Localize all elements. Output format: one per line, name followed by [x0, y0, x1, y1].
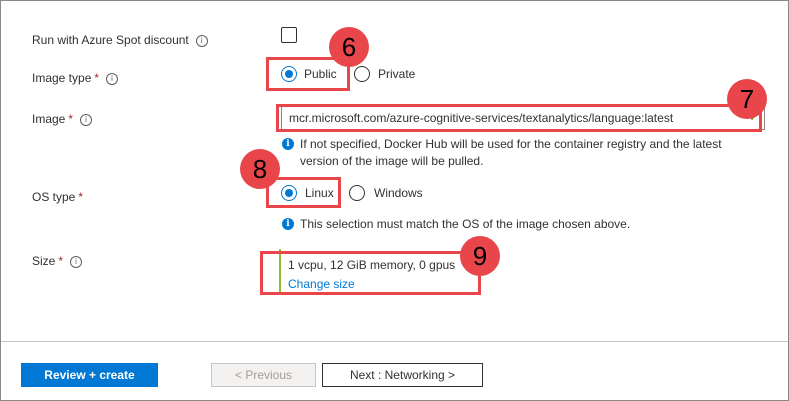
info-icon[interactable]: i: [70, 256, 83, 268]
required-asterisk: *: [94, 71, 100, 85]
os-type-text: OS type: [32, 190, 76, 204]
next-networking-button[interactable]: Next : Networking >: [322, 363, 483, 387]
callout-badge-6: 6: [329, 27, 369, 67]
required-asterisk: *: [78, 190, 84, 204]
spot-discount-text: Run with Azure Spot discount: [32, 33, 189, 47]
callout-box-size: [260, 251, 481, 295]
os-type-help: This selection must match the OS of the …: [300, 217, 631, 231]
image-type-label: Image type * i: [32, 71, 119, 85]
previous-button[interactable]: < Previous: [211, 363, 316, 387]
spot-discount-checkbox[interactable]: [281, 27, 297, 43]
image-label: Image * i: [32, 112, 93, 126]
info-icon[interactable]: i: [80, 114, 93, 126]
footer-divider: [1, 341, 788, 342]
image-type-text: Image type: [32, 71, 92, 85]
callout-box-image: [276, 104, 762, 132]
callout-badge-7: 7: [727, 79, 767, 119]
os-type-label: OS type *: [32, 190, 83, 204]
image-help-line2: version of the image will be pulled.: [300, 154, 484, 168]
info-icon[interactable]: i: [195, 35, 208, 47]
review-create-button[interactable]: Review + create: [21, 363, 158, 387]
callout-badge-9: 9: [460, 236, 500, 276]
size-label: Size * i: [32, 254, 83, 268]
info-icon[interactable]: i: [106, 73, 119, 85]
radio-private-label[interactable]: Private: [378, 67, 415, 81]
callout-badge-8: 8: [240, 149, 280, 189]
radio-windows[interactable]: [349, 185, 365, 201]
info-filled-icon: i: [282, 138, 294, 150]
size-text: Size: [32, 254, 56, 268]
radio-private[interactable]: [354, 66, 370, 82]
image-text: Image: [32, 112, 66, 126]
image-help-line1: If not specified, Docker Hub will be use…: [300, 137, 722, 151]
image-help-text: If not specified, Docker Hub will be use…: [300, 136, 722, 170]
required-asterisk: *: [68, 112, 74, 126]
info-filled-icon: i: [282, 218, 294, 230]
required-asterisk: *: [58, 254, 64, 268]
callout-box-linux: [266, 177, 341, 208]
spot-discount-label: Run with Azure Spot discount i: [32, 33, 208, 47]
radio-windows-label[interactable]: Windows: [374, 186, 423, 200]
